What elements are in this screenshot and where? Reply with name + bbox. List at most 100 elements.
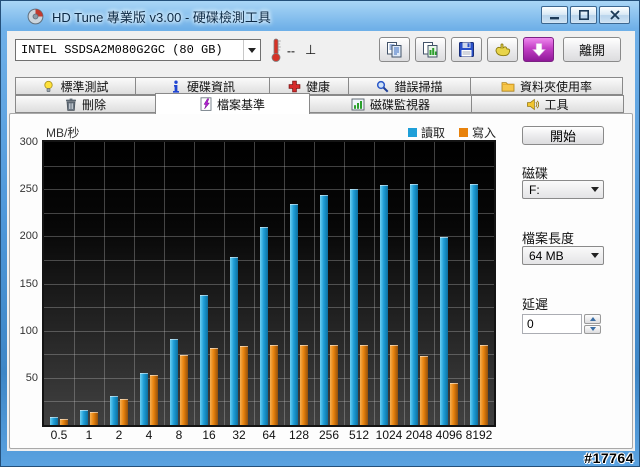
magnifier-icon: [377, 80, 389, 92]
tab-label: 刪除: [81, 97, 106, 112]
client-area: INTEL SSDSA2M080G2GC (80 GB) -- ⊥ 離開 標準測…: [7, 31, 635, 451]
file-length-select[interactable]: 64 MB: [522, 246, 604, 265]
tab-erase[interactable]: 刪除: [15, 95, 156, 113]
delay-input[interactable]: [522, 314, 582, 334]
copy-icon: [387, 42, 402, 58]
file-length-select-value: 64 MB: [529, 248, 564, 263]
titlebar: HD Tune 專業版 v3.00 - 硬碟檢測工具: [1, 1, 639, 31]
gridline: [404, 142, 405, 425]
read-bar: [230, 257, 238, 425]
gridline: [194, 142, 195, 425]
tab-error-scan[interactable]: 錯誤掃描: [348, 77, 471, 95]
tab-label: 標準測試: [60, 79, 109, 94]
gridline: [104, 142, 105, 425]
read-bar: [170, 339, 178, 425]
close-button[interactable]: [599, 6, 630, 24]
up-arrow-icon: [589, 316, 596, 321]
write-bar: [270, 344, 278, 425]
temperature-unit: ⊥: [305, 42, 317, 57]
file-length-label: 檔案長度: [522, 231, 575, 246]
save-button[interactable]: [451, 37, 482, 62]
chevron-down-icon[interactable]: [587, 187, 603, 192]
thermometer-icon: [271, 38, 281, 62]
down-arrow-icon: [589, 327, 596, 332]
gridline: [44, 189, 494, 191]
app-window: HD Tune 專業版 v3.00 - 硬碟檢測工具 INTEL SSDSA2M…: [0, 0, 640, 467]
copy-image-button[interactable]: [415, 37, 446, 62]
info-icon: [172, 80, 179, 93]
write-bar: [180, 355, 188, 425]
spin-up-button[interactable]: [584, 314, 601, 324]
x-axis-label: 16: [202, 428, 216, 442]
write-bar: [450, 382, 458, 425]
read-bar: [290, 204, 298, 425]
drive-select[interactable]: INTEL SSDSA2M080G2GC (80 GB): [15, 39, 261, 61]
gridline: [254, 142, 255, 425]
write-swatch-icon: [459, 128, 469, 137]
gridline: [44, 283, 494, 285]
x-axis-label: 256: [318, 428, 340, 442]
y-axis-unit-label: MB/秒: [46, 126, 80, 140]
gridline: [434, 142, 435, 425]
save-icon: [459, 42, 474, 57]
start-button[interactable]: 開始: [522, 126, 604, 145]
maximize-button[interactable]: [570, 6, 597, 24]
write-bar: [360, 344, 368, 425]
tab-folder-usage[interactable]: 資料夾使用率: [470, 77, 623, 95]
gridline: [134, 142, 135, 425]
gridline: [44, 307, 494, 309]
copy-text-button[interactable]: [379, 37, 410, 62]
legend-read: 讀取: [408, 124, 445, 141]
gridline: [224, 142, 225, 425]
tab-label: 磁碟監視器: [369, 97, 430, 112]
app-logo-icon: [27, 8, 44, 24]
options-button[interactable]: [487, 37, 518, 62]
y-axis-label: 250: [19, 183, 38, 196]
write-bar: [210, 347, 218, 425]
read-bar: [110, 395, 118, 425]
disk-select[interactable]: F:: [522, 180, 604, 199]
legend-write-label: 寫入: [472, 126, 497, 140]
tab-file-benchmark[interactable]: 檔案基準: [155, 93, 310, 114]
spin-down-button[interactable]: [584, 324, 601, 334]
gridline: [44, 259, 494, 261]
write-bar: [240, 345, 248, 425]
write-bar: [150, 375, 158, 425]
exit-button[interactable]: 離開: [563, 37, 621, 62]
chevron-down-icon[interactable]: [587, 253, 603, 258]
x-axis-label: 64: [262, 428, 276, 442]
gridline: [374, 142, 375, 425]
tab-tools[interactable]: 工具: [471, 95, 624, 113]
benchmark-panel: MB/秒 讀取 寫入 50 100 150 200 250 300 0.5 1 2 4 8 16 32…: [9, 113, 633, 449]
plot-area: [44, 142, 494, 425]
tab-disk-monitor[interactable]: 磁碟監視器: [309, 95, 472, 113]
file-benchmark-icon: [200, 97, 212, 111]
read-bar: [410, 183, 418, 425]
gridline: [344, 142, 345, 425]
tab-label: 健康: [305, 79, 330, 94]
read-bar: [260, 226, 268, 425]
x-axis-label: 1024: [375, 428, 403, 442]
tab-benchmark[interactable]: 標準測試: [15, 77, 136, 95]
speaker-icon: [527, 98, 540, 110]
delay-label: 延遲: [522, 297, 549, 312]
y-axis-label: 300: [19, 136, 38, 148]
gridline: [164, 142, 165, 425]
window-title: HD Tune 專業版 v3.00 - 硬碟檢測工具: [52, 9, 271, 25]
y-axis-label: 50: [25, 371, 38, 384]
gridline: [44, 165, 494, 167]
tab-row-top: 標準測試 硬碟資訊 健康 錯誤掃描 資料夾使用率: [15, 77, 623, 95]
read-bar: [470, 183, 478, 425]
download-button[interactable]: [523, 37, 554, 62]
x-axis-label: 2: [115, 428, 123, 442]
y-axis-label: 200: [19, 230, 38, 243]
minimize-button[interactable]: [541, 6, 568, 24]
health-cross-icon: [288, 80, 301, 92]
legend-write: 寫入: [459, 124, 496, 141]
folder-icon: [501, 82, 515, 92]
gridline: [284, 142, 285, 425]
tab-row-bottom: 刪除 檔案基準 磁碟監視器 工具: [15, 93, 624, 114]
write-bar: [480, 344, 488, 425]
chevron-down-icon[interactable]: [243, 40, 260, 60]
x-axis-label: 128: [288, 428, 310, 442]
